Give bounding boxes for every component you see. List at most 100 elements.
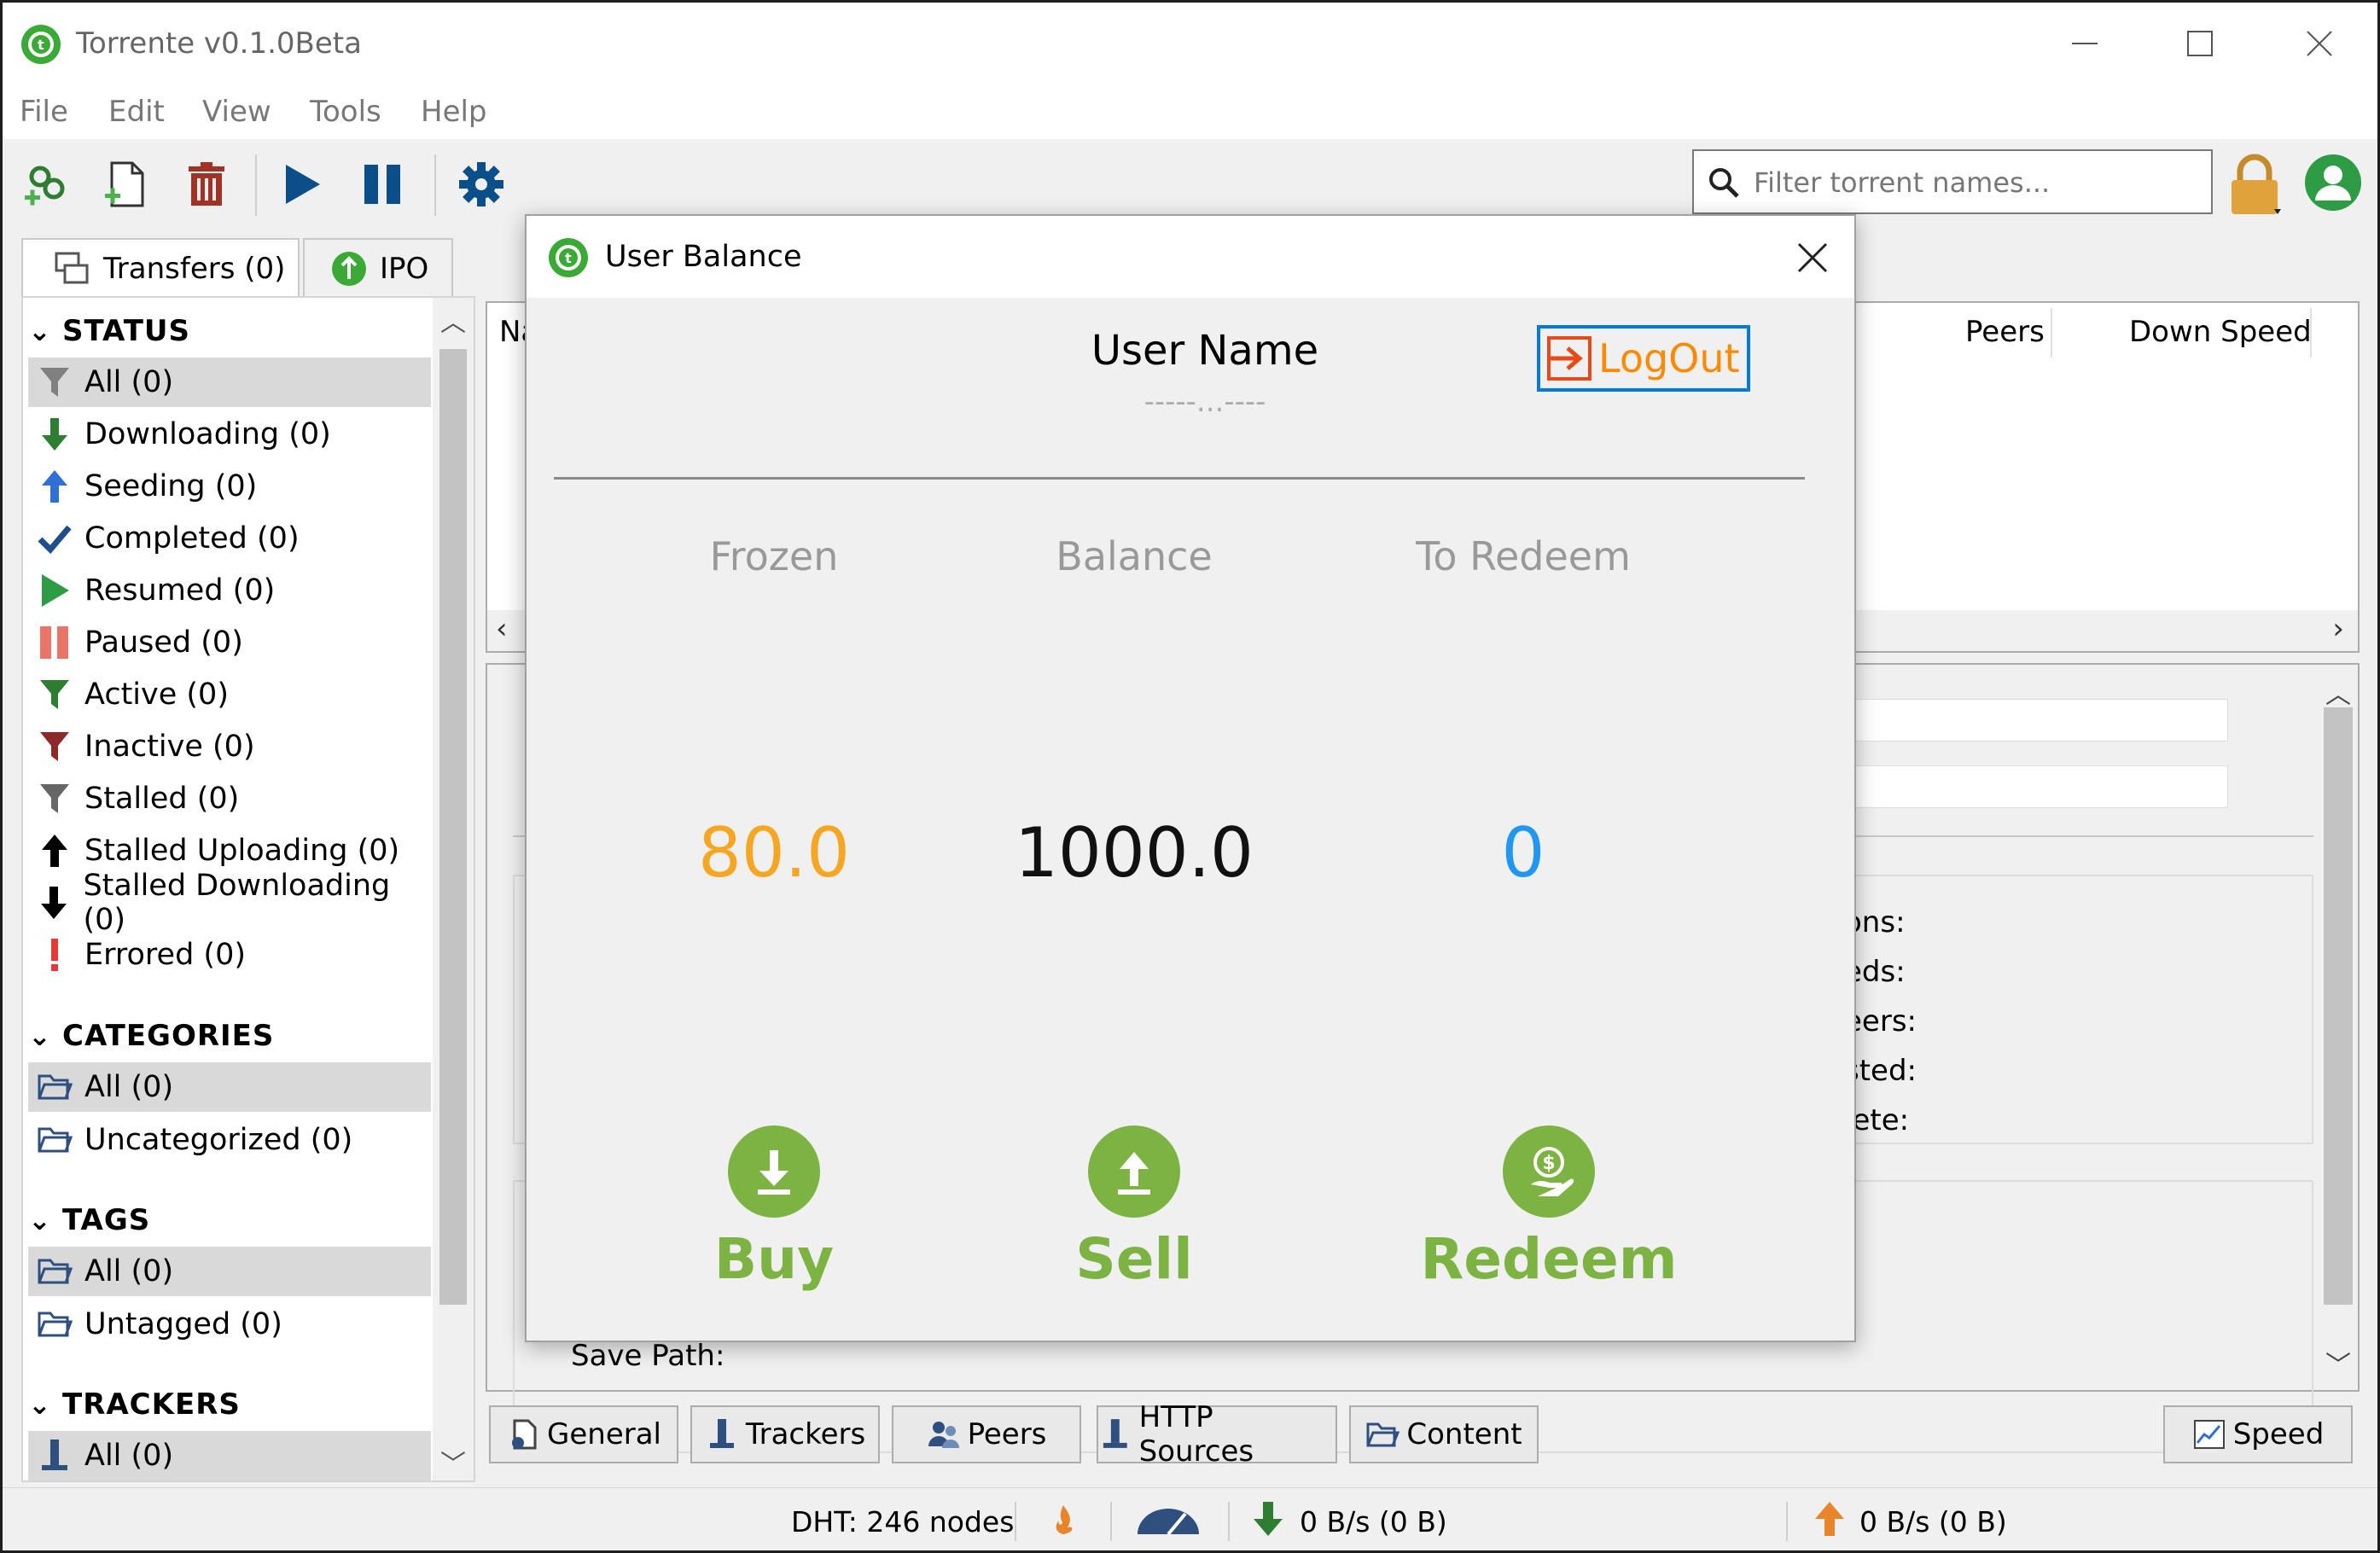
dht-status: DHT: 246 nodes <box>791 1505 1015 1538</box>
maximize-icon <box>2187 31 2213 56</box>
status-stalled-downloading[interactable]: Stalled Downloading (0) <box>28 869 431 937</box>
status-paused[interactable]: Paused (0) <box>28 618 431 667</box>
scroll-right-arrow-icon[interactable]: › <box>2332 612 2344 646</box>
menu-file[interactable]: File <box>20 95 68 129</box>
tab-speed[interactable]: Speed <box>2163 1405 2353 1463</box>
scrollbar-thumb[interactable] <box>439 349 467 1305</box>
folder-icon <box>1366 1422 1400 1447</box>
chevron-down-icon: ⌄ <box>28 315 52 347</box>
status-separator <box>1110 1502 1112 1541</box>
delete-button[interactable] <box>177 154 236 214</box>
speed-chart-icon <box>2193 1420 2225 1449</box>
minimize-button[interactable] <box>2029 16 2140 71</box>
tab-http-sources[interactable]: HTTP Sources <box>1097 1400 1337 1469</box>
status-all[interactable]: All (0) <box>28 358 431 407</box>
status-completed[interactable]: Completed (0) <box>28 514 431 563</box>
dialog-divider <box>554 477 1805 480</box>
menu-view[interactable]: View <box>202 95 271 129</box>
close-icon <box>2307 31 2332 56</box>
status-inactive[interactable]: Inactive (0) <box>28 722 431 771</box>
scroll-down-arrow-icon[interactable]: ﹀ <box>2325 1344 2351 1381</box>
tab-transfers-label: Transfers (0) <box>103 252 286 286</box>
tab-peers[interactable]: Peers <box>892 1405 1081 1463</box>
add-torrent-file-icon <box>105 161 144 207</box>
trackers-section-header[interactable]: ⌄ TRACKERS <box>28 1381 241 1428</box>
app-logo-icon: t <box>549 238 588 277</box>
status-seeding[interactable]: Seeding (0) <box>28 462 431 511</box>
tracker-all[interactable]: All (0) <box>28 1431 431 1480</box>
tag-untagged[interactable]: Untagged (0) <box>28 1300 431 1349</box>
status-separator <box>1786 1502 1788 1541</box>
filter-icon <box>33 673 76 716</box>
dollar-hand-icon: $ <box>1531 1147 1574 1196</box>
menu-edit[interactable]: Edit <box>108 95 165 129</box>
scroll-left-arrow-icon[interactable]: ‹ <box>496 612 508 646</box>
categories-section-header[interactable]: ⌄ CATEGORIES <box>28 1013 274 1059</box>
column-header-down-speed[interactable]: Down Speed <box>2129 315 2312 349</box>
tab-ipo[interactable]: IPO <box>303 238 453 298</box>
filter-icon <box>33 361 76 404</box>
up-arrow-icon <box>33 829 76 872</box>
sell-circle <box>1088 1125 1180 1218</box>
search-box[interactable] <box>1692 149 2213 214</box>
tab-general[interactable]: General <box>489 1405 678 1463</box>
scroll-down-arrow-icon[interactable]: ﹀ <box>439 1443 467 1480</box>
close-window-button[interactable] <box>2264 16 2375 71</box>
status-active[interactable]: Active (0) <box>28 670 431 719</box>
tab-ipo-label: IPO <box>380 252 429 286</box>
minimize-icon <box>2072 43 2098 44</box>
down-arrow-icon <box>33 881 74 924</box>
chevron-down-icon: ⌄ <box>28 1020 52 1052</box>
gear-icon <box>459 162 503 206</box>
status-errored[interactable]: Errored (0) <box>28 930 431 980</box>
sell-button[interactable]: Sell <box>963 1125 1305 1292</box>
redeem-button[interactable]: $ Redeem <box>1378 1125 1720 1292</box>
tag-all[interactable]: All (0) <box>28 1247 431 1296</box>
scroll-up-arrow-icon[interactable]: ︿ <box>2325 673 2351 711</box>
add-torrent-file-button[interactable] <box>96 154 156 214</box>
buy-button[interactable]: Buy <box>603 1125 945 1292</box>
tab-trackers[interactable]: Trackers <box>690 1405 880 1463</box>
menu-tools[interactable]: Tools <box>310 95 381 129</box>
tags-section-header[interactable]: ⌄ TAGS <box>28 1197 150 1243</box>
settings-button[interactable] <box>451 154 511 214</box>
column-header-peers[interactable]: Peers <box>1965 315 2045 349</box>
user-account-icon[interactable] <box>2303 153 2363 212</box>
dialog-title: User Balance <box>605 240 802 274</box>
upload-speed: 0 B/s (0 B) <box>1859 1505 2007 1538</box>
add-link-button[interactable] <box>16 154 76 214</box>
redeem-circle: $ <box>1503 1125 1595 1218</box>
maximize-button[interactable] <box>2144 16 2255 71</box>
menu-help[interactable]: Help <box>421 95 487 129</box>
pause-icon <box>33 621 76 664</box>
sidebar: ︿ ﹀ ⌄ STATUS All (0) Downloading (0) See… <box>21 296 475 1482</box>
status-downloading[interactable]: Downloading (0) <box>28 410 431 459</box>
status-stalled[interactable]: Stalled (0) <box>28 774 431 823</box>
details-scrollbar[interactable]: ︿ ﹀ <box>2317 665 2358 1390</box>
connection-status-icon[interactable] <box>1044 1500 1083 1539</box>
close-icon <box>1797 242 1828 273</box>
ipo-icon <box>332 252 366 286</box>
scrollbar-thumb[interactable] <box>2324 707 2353 1305</box>
column-separator <box>2051 308 2052 358</box>
save-path-label: Save Path: <box>571 1339 725 1373</box>
search-input[interactable] <box>1754 160 2197 206</box>
pause-button[interactable] <box>352 154 412 214</box>
logout-button[interactable]: LogOut <box>1537 325 1750 392</box>
sidebar-scrollbar[interactable]: ︿ ﹀ <box>433 298 474 1480</box>
tab-content[interactable]: Content <box>1349 1405 1539 1463</box>
dialog-close-button[interactable] <box>1791 236 1834 279</box>
category-all[interactable]: All (0) <box>28 1062 431 1112</box>
scroll-up-arrow-icon[interactable]: ︿ <box>439 301 467 338</box>
speed-limit-icon[interactable] <box>1134 1500 1202 1539</box>
category-uncategorized[interactable]: Uncategorized (0) <box>28 1115 431 1165</box>
resume-button[interactable] <box>272 154 332 214</box>
folder-icon <box>33 1066 76 1108</box>
status-section-header[interactable]: ⌄ STATUS <box>28 308 190 354</box>
status-resumed[interactable]: Resumed (0) <box>28 566 431 615</box>
lock-icon[interactable] <box>2225 153 2284 218</box>
play-icon <box>33 569 76 612</box>
tab-transfers[interactable]: Transfers (0) <box>21 238 300 298</box>
up-arrow-icon <box>33 465 76 508</box>
chevron-down-icon: ⌄ <box>28 1388 52 1421</box>
